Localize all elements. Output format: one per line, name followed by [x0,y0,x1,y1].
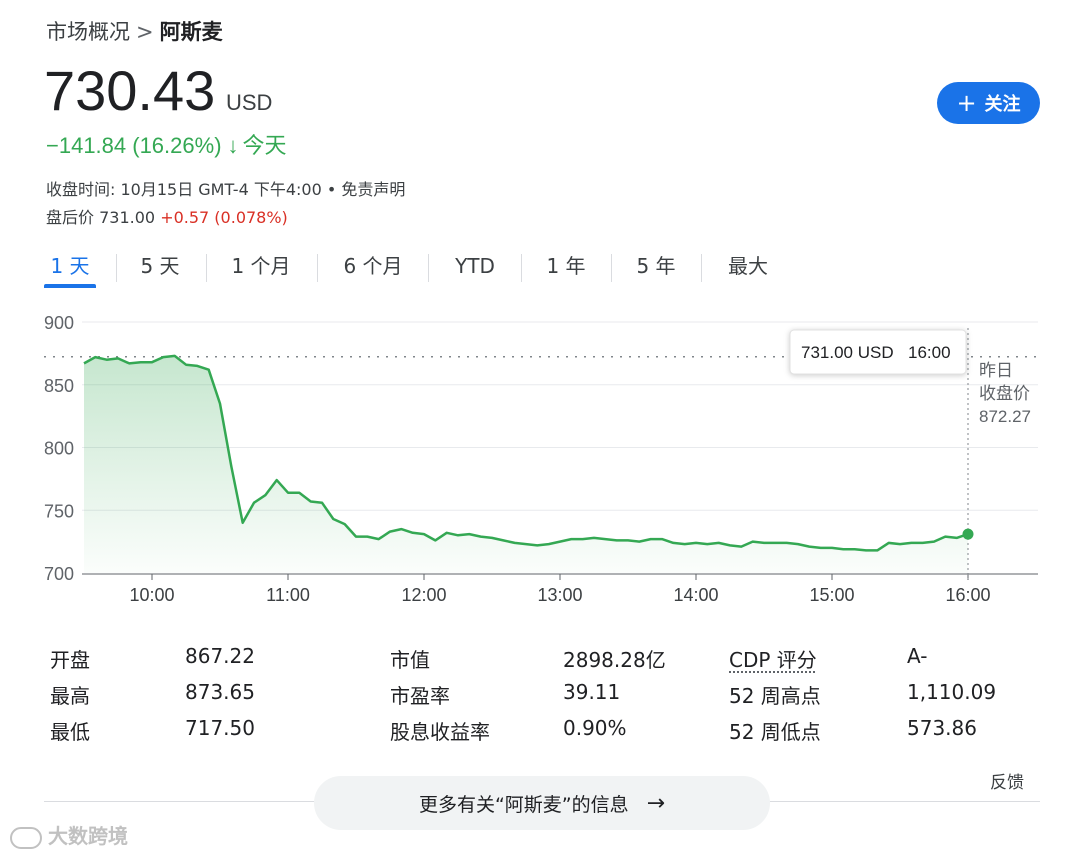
tab-1-day[interactable]: 1 天 [44,248,96,288]
x-tick-label: 15:00 [809,585,854,605]
stat-label-52wk-low: 52 周低点 [729,720,821,744]
stat-value-pe-ratio: 39.11 [563,680,621,704]
x-tick-label: 11:00 [266,585,310,605]
tab-5-days[interactable]: 5 天 [132,248,188,288]
price-currency: USD [226,90,273,115]
logo-icon [10,826,42,849]
price-change-value: −141.84 (16.26%) [46,133,222,158]
after-hours-price: 731.00 [99,208,156,227]
x-tick-label: 10:00 [129,585,174,605]
plus-icon: + [956,89,977,117]
follow-button[interactable]: + 关注 [937,82,1040,124]
y-tick-label: 850 [44,376,74,396]
breadcrumb: 市场概况 > 阿斯麦 [46,16,223,46]
stat-value-cdp-score: A- [907,644,928,668]
tab-5-years[interactable]: 5 年 [628,248,684,288]
y-tick-label: 700 [44,564,74,584]
stat-label-pe-ratio: 市盈率 [390,684,450,708]
breadcrumb-separator: > [136,20,154,44]
stat-label-low: 最低 [50,720,90,744]
x-tick-label: 16:00 [945,585,990,605]
previous-close-label-1: 昨日 [979,361,1013,380]
price-chart[interactable]: 900 850 800 750 700 10:00 11:00 12:00 13:00 14:0… [0,300,1080,620]
current-price: 730.43 [44,59,216,122]
stat-label-open: 开盘 [50,648,90,672]
tab-6-months[interactable]: 6 个月 [335,248,411,288]
stat-label-52wk-high: 52 周高点 [729,684,821,708]
tab-divider [611,254,612,282]
x-tick-label: 13:00 [537,585,582,605]
follow-button-label: 关注 [984,94,1021,115]
watermark-text: 大数跨境 [48,824,128,848]
stat-value-market-cap: 2898.28亿 [563,648,666,672]
tab-divider [317,254,318,282]
x-tick-label: 14:00 [673,585,718,605]
tab-divider [116,254,117,282]
watermark: 大数跨境 [10,820,128,849]
tooltip-time: 16:00 [908,343,951,362]
stat-value-low: 717.50 [185,716,255,740]
stat-value-dividend-yield: 0.90% [563,716,627,740]
stat-label-market-cap: 市值 [390,648,430,672]
after-hours-label: 盘后价 [46,208,95,227]
tab-1-year[interactable]: 1 年 [538,248,594,288]
stat-value-52wk-low: 573.86 [907,716,977,740]
after-hours-change: +0.57 (0.078%) [160,208,288,227]
tab-ytd[interactable]: YTD [446,248,504,288]
tab-divider [701,254,702,282]
price-change-period: 今天 [242,133,287,158]
breadcrumb-parent[interactable]: 市场概况 [46,20,130,44]
tab-1-month[interactable]: 1 个月 [224,248,298,288]
arrow-right-icon: → [646,790,666,816]
stat-value-open: 867.22 [185,644,255,668]
close-info: 收盘时间: 10月15日 GMT-4 下午4:00 • 免责声明 [46,180,406,199]
x-axis-ticks: 10:00 11:00 12:00 13:00 14:00 15:00 16:00 [129,574,991,605]
tab-divider [206,254,207,282]
breadcrumb-current: 阿斯麦 [159,20,223,44]
price-change: −141.84 (16.26%) ↓ 今天 [46,128,287,160]
more-info-label: 更多有关“阿斯麦”的信息 [418,793,629,816]
x-tick-label: 12:00 [401,585,446,605]
more-info-button[interactable]: 更多有关“阿斯麦”的信息 → [314,776,770,830]
price-area-fill [84,355,968,573]
y-axis-ticks: 900 850 800 750 700 [44,313,74,584]
stat-label-dividend-yield: 股息收益率 [390,720,490,744]
stat-label-cdp-score[interactable]: CDP 评分 [729,644,817,673]
stat-value-high: 873.65 [185,680,255,704]
tooltip: 731.00 USD 16:00 [789,329,967,375]
feedback-link[interactable]: 反馈 [990,768,1024,793]
previous-close-value: 872.27 [979,407,1031,426]
previous-close-label-2: 收盘价 [979,384,1030,403]
price-end-marker [962,528,974,540]
tab-divider [521,254,522,282]
down-arrow-icon: ↓ [227,133,239,158]
tab-max[interactable]: 最大 [720,248,776,288]
stat-value-52wk-high: 1,110.09 [907,680,997,704]
y-tick-label: 800 [44,439,74,459]
tab-divider [428,254,429,282]
stat-label-high: 最高 [50,684,90,708]
after-hours-info: 盘后价 731.00 +0.57 (0.078%) [46,204,288,228]
tooltip-price: 731.00 USD [801,343,894,362]
y-tick-label: 900 [44,313,74,333]
y-tick-label: 750 [44,501,74,521]
